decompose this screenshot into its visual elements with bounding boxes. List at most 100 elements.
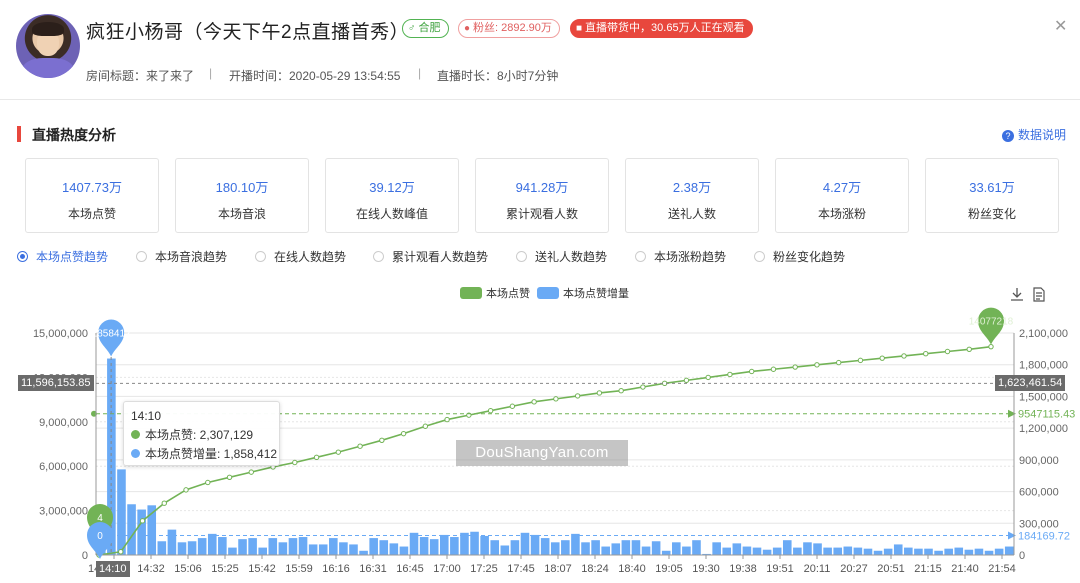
bar (682, 546, 691, 555)
line-point (901, 353, 907, 359)
stat-value: 2.38万 (672, 180, 712, 195)
tab-new-fans-trend[interactable]: 本场涨粉趋势 (635, 248, 726, 265)
stat-label: 本场涨粉 (817, 207, 866, 221)
bar (843, 546, 853, 555)
legend-item-likes[interactable]: 本场点赞 (460, 285, 530, 301)
section-accent-bar (17, 126, 21, 142)
bar (722, 547, 732, 555)
tab-label: 在线人数趋势 (274, 250, 347, 264)
tab-total-views-trend[interactable]: 累计观看人数趋势 (373, 248, 488, 265)
bar (187, 541, 197, 555)
bar (914, 548, 923, 555)
bar (591, 540, 600, 555)
line-point (879, 355, 885, 361)
bar (450, 537, 459, 555)
bar (974, 548, 984, 555)
tooltip-dot (131, 430, 140, 439)
bar (409, 532, 419, 555)
radio-icon (754, 251, 765, 262)
line-point (183, 487, 189, 493)
avatar (16, 14, 80, 78)
bar (712, 542, 721, 555)
x-tick-label: 16:45 (396, 563, 424, 575)
data-help-link[interactable]: ? 数据说明 (1002, 126, 1066, 143)
bar (288, 538, 298, 555)
line-point (748, 368, 755, 375)
bar (863, 548, 873, 555)
radio-icon (255, 251, 266, 262)
stat-value: 39.12万 (369, 180, 415, 195)
line-point (335, 449, 342, 455)
bar (379, 540, 389, 555)
stat-card-fans-change: 33.61万 粉丝变化 (925, 158, 1059, 233)
bar (803, 542, 812, 555)
live-badge[interactable]: ■ 直播带货中，30.65万人正在观看 (570, 19, 753, 38)
start-time-text: 开播时间：2020-05-29 13:54:55 (229, 69, 401, 83)
city-badge: ♂ 合肥 (402, 19, 449, 38)
bar (339, 542, 348, 555)
right-axis-tick-label: 1,200,000 (1019, 423, 1068, 435)
tab-label: 本场点赞趋势 (36, 250, 109, 264)
pin-max-line: 14077218 (969, 307, 1014, 345)
bar (389, 543, 399, 555)
line-point (814, 362, 820, 368)
bar (752, 547, 762, 555)
tooltip-line-label: 本场点赞: 2,307,129 (145, 428, 254, 442)
tab-gifters-trend[interactable]: 送礼人数趋势 (516, 248, 607, 265)
tab-sound-wave-trend[interactable]: 本场音浪趋势 (136, 248, 227, 265)
line-point (770, 366, 777, 372)
line-point (509, 403, 516, 409)
line-point (574, 393, 581, 399)
bar (984, 550, 994, 555)
right-axis-tick-label: 2,100,000 (1019, 328, 1068, 340)
bar (904, 547, 913, 555)
x-tick-label: 17:45 (507, 563, 535, 575)
bar (530, 534, 540, 555)
bar (823, 547, 832, 555)
bar (571, 533, 580, 555)
stat-card-gifters: 2.38万 送礼人数 (625, 158, 759, 233)
live-badge-label: 直播带货中，30.65万人正在观看 (585, 22, 745, 34)
bar (793, 547, 802, 555)
x-tick-label: 20:51 (877, 563, 905, 575)
x-tick-label: 20:27 (840, 563, 868, 575)
tab-likes-trend[interactable]: 本场点赞趋势 (17, 248, 108, 265)
bar (248, 538, 257, 555)
bar (238, 539, 247, 555)
line-point (400, 430, 407, 437)
bar (853, 547, 863, 555)
fans-badge: ● 粉丝: 2892.90万 (458, 19, 560, 38)
bar (813, 543, 822, 555)
bar (1004, 546, 1014, 555)
stat-card-likes: 1407.73万 本场点赞 (25, 158, 159, 233)
line-point (553, 396, 559, 402)
line-point (727, 371, 733, 378)
tab-fans-change-trend[interactable]: 粉丝变化趋势 (754, 248, 845, 265)
tooltip-bar-row: 本场点赞增量: 1,858,412 (131, 445, 277, 464)
room-header: 疯狂小杨哥（今天下午2点直播首秀） ♂ 合肥 ● 粉丝: 2892.90万 ■ 直播带… (0, 0, 1080, 100)
bar (460, 532, 469, 555)
duration-text: 直播时长：8小时7分钟 (437, 69, 559, 83)
bar (298, 537, 308, 555)
bar (207, 533, 217, 555)
bar (480, 535, 489, 555)
bar (349, 544, 358, 555)
tab-online-trend[interactable]: 在线人数趋势 (255, 248, 346, 265)
stat-value: 1407.73万 (62, 180, 122, 195)
close-icon[interactable]: ✕ (1054, 16, 1067, 36)
bar (692, 540, 701, 555)
x-tick-label: 19:38 (729, 563, 757, 575)
bar (873, 550, 883, 555)
x-tick-label: 19:30 (692, 563, 720, 575)
line-point (487, 408, 494, 414)
x-tick-label: 16:31 (359, 563, 387, 575)
x-tick-label: 18:24 (581, 563, 609, 575)
line-point (226, 474, 233, 481)
stat-label: 在线人数峰值 (355, 207, 428, 221)
line-point (683, 377, 690, 384)
legend-item-likes-increment[interactable]: 本场点赞增量 (537, 285, 629, 301)
fans-badge-label: 粉丝: 2892.90万 (473, 22, 552, 34)
bar (893, 544, 903, 555)
line-point (988, 343, 994, 350)
bar (278, 542, 288, 555)
